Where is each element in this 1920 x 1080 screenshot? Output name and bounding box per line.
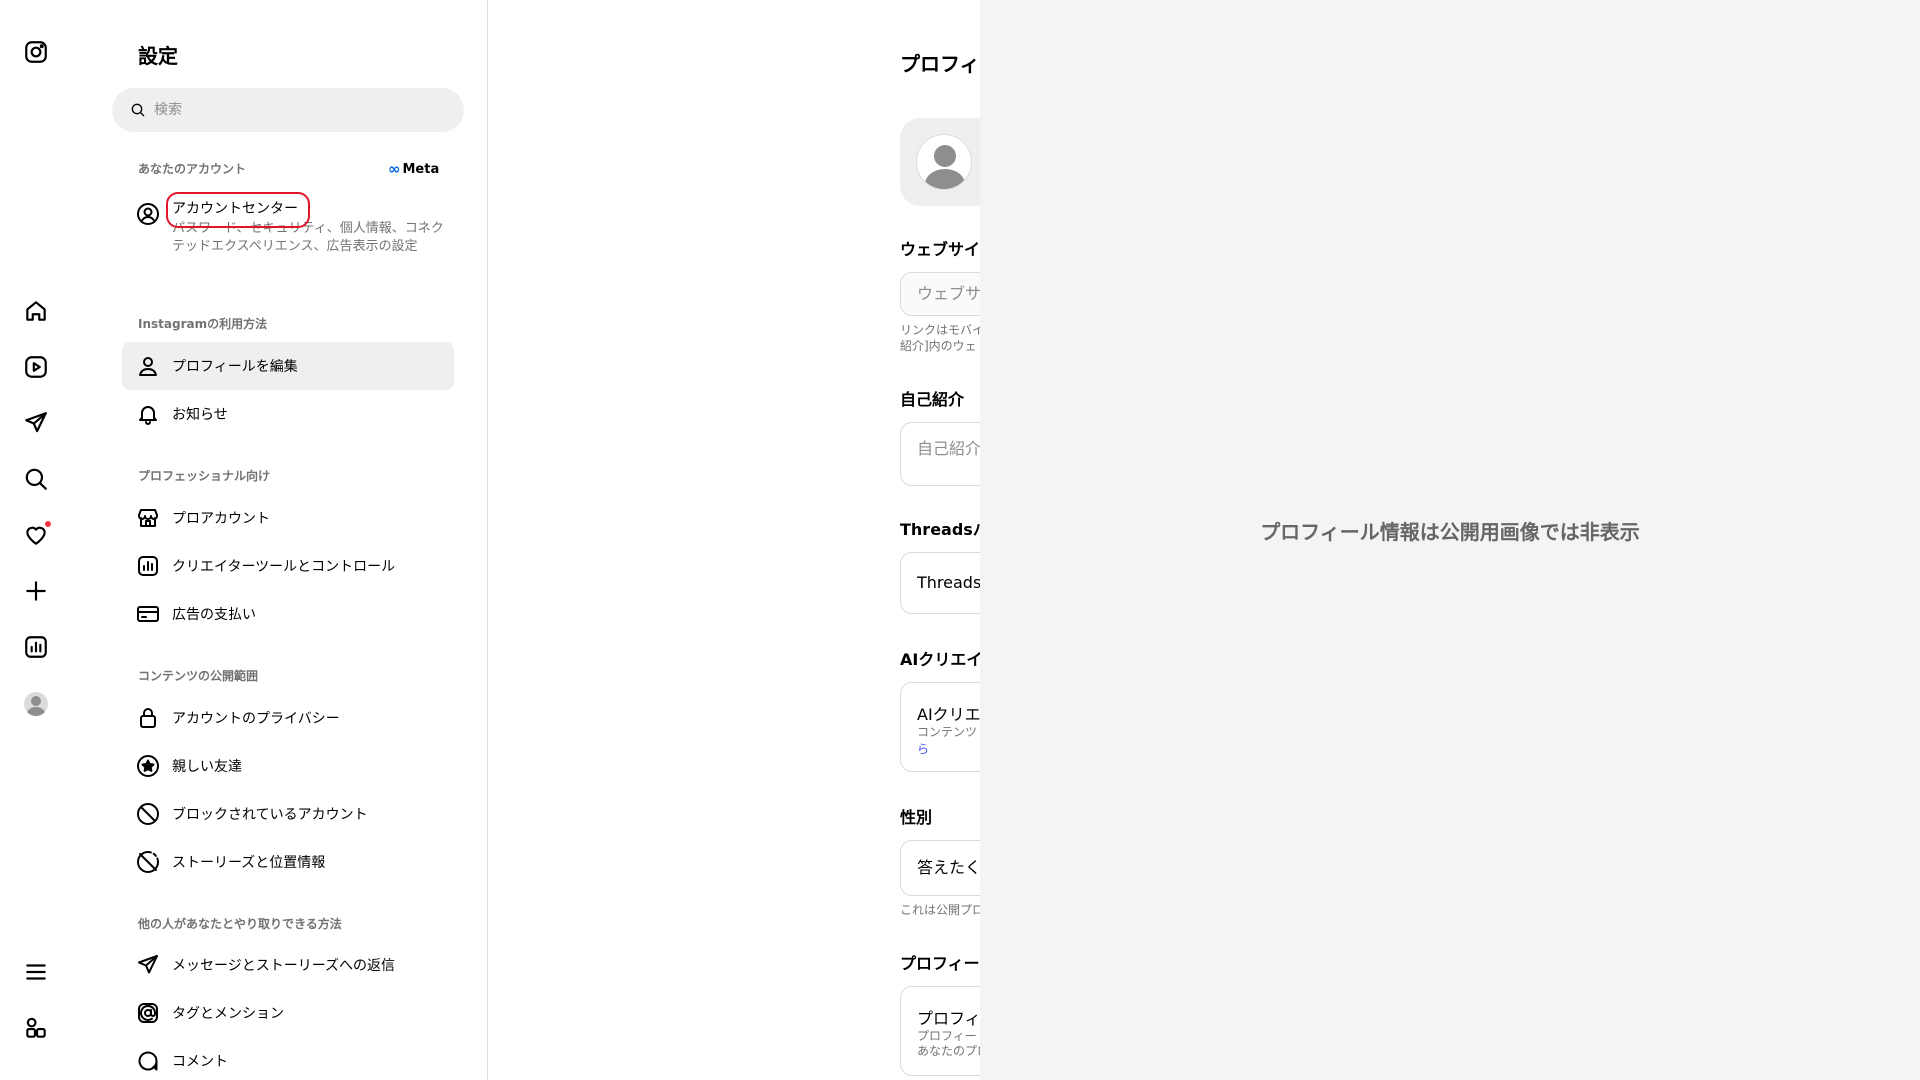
section-label-visibility: コンテンツの公開範囲 [138, 669, 259, 683]
website-input[interactable]: ウェブサ [900, 272, 980, 316]
lock-icon [140, 708, 156, 728]
comment-icon [138, 1051, 158, 1071]
threads-heading: Threadsバ [900, 520, 980, 539]
ai-creator-value: AIクリエ [917, 705, 980, 724]
instagram-logo-icon[interactable] [22, 38, 50, 66]
at-sign-icon [138, 1003, 158, 1023]
profile-avatar[interactable] [916, 134, 972, 190]
profile-photo-card [900, 118, 980, 206]
home-icon[interactable] [22, 297, 50, 325]
profile-suggestion-field[interactable]: プロフィ プロフィー あなたのプロ [900, 986, 980, 1076]
menu-item-notifications[interactable]: お知らせ [122, 390, 454, 438]
settings-sidebar: 設定 あなたのアカウント ∞ Meta アカウントセンター パスワード、セキュリ… [112, 0, 488, 1080]
menu-item-label: タグとメンション [172, 1006, 284, 1022]
messages-icon [138, 955, 158, 974]
reels-icon[interactable] [22, 353, 50, 381]
meta-infinity-icon: ∞ [388, 160, 401, 178]
menu-item-story-location[interactable]: ストーリーズと位置情報 [122, 838, 454, 886]
settings-search-input[interactable] [154, 102, 444, 118]
account-center-title: アカウントセンター [172, 201, 298, 217]
chart-icon [138, 556, 158, 576]
website-note-line-2: 紹介]内のウェ [900, 339, 977, 353]
meta-apps-icon[interactable] [22, 1014, 50, 1042]
profile-suggestion-heading: プロフィー [900, 954, 980, 973]
menu-item-label: ストーリーズと位置情報 [172, 855, 326, 871]
bio-heading: 自己紹介 [900, 390, 965, 409]
search-icon[interactable] [22, 465, 50, 493]
messages-icon[interactable] [22, 409, 50, 437]
gender-note: これは公開プロ [900, 903, 980, 917]
section-label-your-account: あなたのアカウント [138, 162, 247, 176]
privacy-overlay-message: プロフィール情報は公開用画像では非表示 [1260, 519, 1640, 544]
ai-creator-heading: AIクリエイ [900, 650, 980, 669]
edit-profile-panel: プロフィ ウェブサイ ウェブサ リンクはモバイ 紹介]内のウェ 自己紹介 自己紹… [900, 0, 980, 1080]
more-icon[interactable] [22, 958, 50, 986]
section-label-professional: プロフェッショナル向け [138, 469, 271, 483]
search-icon [131, 103, 145, 117]
menu-item-pro-account[interactable]: プロアカウント [122, 494, 454, 542]
menu-item-privacy[interactable]: アカウントのプライバシー [122, 694, 454, 742]
ai-creator-link[interactable]: ら [917, 740, 980, 757]
left-navigation-rail [0, 0, 72, 1080]
settings-search-box[interactable] [112, 88, 464, 132]
section-label-how-you-use: Instagramの利用方法 [138, 317, 268, 331]
gender-select[interactable]: 答えたく [900, 840, 980, 896]
profile-suggestion-sub-2: あなたのプロ [917, 1044, 980, 1058]
profile-suggestion-value: プロフィ [917, 1009, 980, 1028]
profile-page-title: プロフィ [900, 52, 980, 76]
menu-item-edit-profile[interactable]: プロフィールを編集 [122, 342, 454, 390]
settings-title: 設定 [138, 44, 178, 68]
person-icon [139, 357, 157, 376]
menu-item-messages-replies[interactable]: メッセージとストーリーズへの返信 [122, 941, 454, 989]
menu-item-label: クリエイターツールとコントロール [172, 559, 396, 575]
section-label-interactions: 他の人があなたとやり取りできる方法 [138, 917, 342, 931]
menu-item-label: コメント [172, 1054, 228, 1070]
gender-heading: 性別 [900, 808, 933, 827]
notification-dot [44, 520, 52, 528]
star-circle-icon [137, 755, 159, 777]
website-heading: ウェブサイ [900, 240, 980, 259]
meta-logo: ∞ Meta [388, 160, 439, 178]
create-icon[interactable] [22, 577, 50, 605]
bio-textarea[interactable]: 自己紹介 [900, 422, 980, 486]
menu-item-tags-mentions[interactable]: タグとメンション [122, 989, 454, 1037]
profile-suggestion-sub-1: プロフィー [917, 1029, 977, 1043]
block-icon [137, 803, 159, 825]
credit-card-icon [137, 606, 159, 622]
menu-item-label: 広告の支払い [172, 607, 256, 623]
menu-item-ad-payments[interactable]: 広告の支払い [122, 590, 454, 638]
ai-creator-sub: コンテンツ [917, 725, 978, 739]
website-note-line-1: リンクはモバイ [900, 323, 980, 337]
bell-icon [139, 406, 157, 425]
menu-item-blocked[interactable]: ブロックされているアカウント [122, 790, 454, 838]
menu-item-comments[interactable]: コメント [122, 1037, 454, 1080]
dashboard-icon[interactable] [22, 633, 50, 661]
menu-item-label: アカウントのプライバシー [172, 711, 340, 727]
menu-item-label: プロアカウント [172, 511, 270, 527]
menu-item-close-friends[interactable]: 親しい友達 [122, 742, 454, 790]
menu-item-label: 親しい友達 [172, 759, 242, 775]
ai-creator-field[interactable]: AIクリエ コンテンツ ら [900, 682, 980, 772]
menu-item-creator-tools[interactable]: クリエイターツールとコントロール [122, 542, 454, 590]
threads-badge-field[interactable]: Threads [900, 552, 980, 614]
account-circle-icon [137, 203, 159, 225]
storefront-icon [138, 509, 158, 527]
story-off-icon [137, 851, 159, 873]
profile-avatar[interactable] [22, 690, 50, 718]
notifications-icon[interactable] [22, 520, 52, 549]
account-center-description: パスワード、セキュリティ、個人情報、コネクテッドエクスペリエンス、広告表示の設定 [172, 221, 444, 254]
privacy-overlay-panel: プロフィール情報は公開用画像では非表示 [980, 0, 1920, 1080]
meta-logo-text: Meta [402, 161, 440, 177]
menu-item-label: ブロックされているアカウント [172, 807, 368, 823]
menu-item-label: メッセージとストーリーズへの返信 [172, 958, 396, 974]
menu-item-label: プロフィールを編集 [172, 359, 298, 375]
menu-item-label: お知らせ [172, 407, 228, 423]
